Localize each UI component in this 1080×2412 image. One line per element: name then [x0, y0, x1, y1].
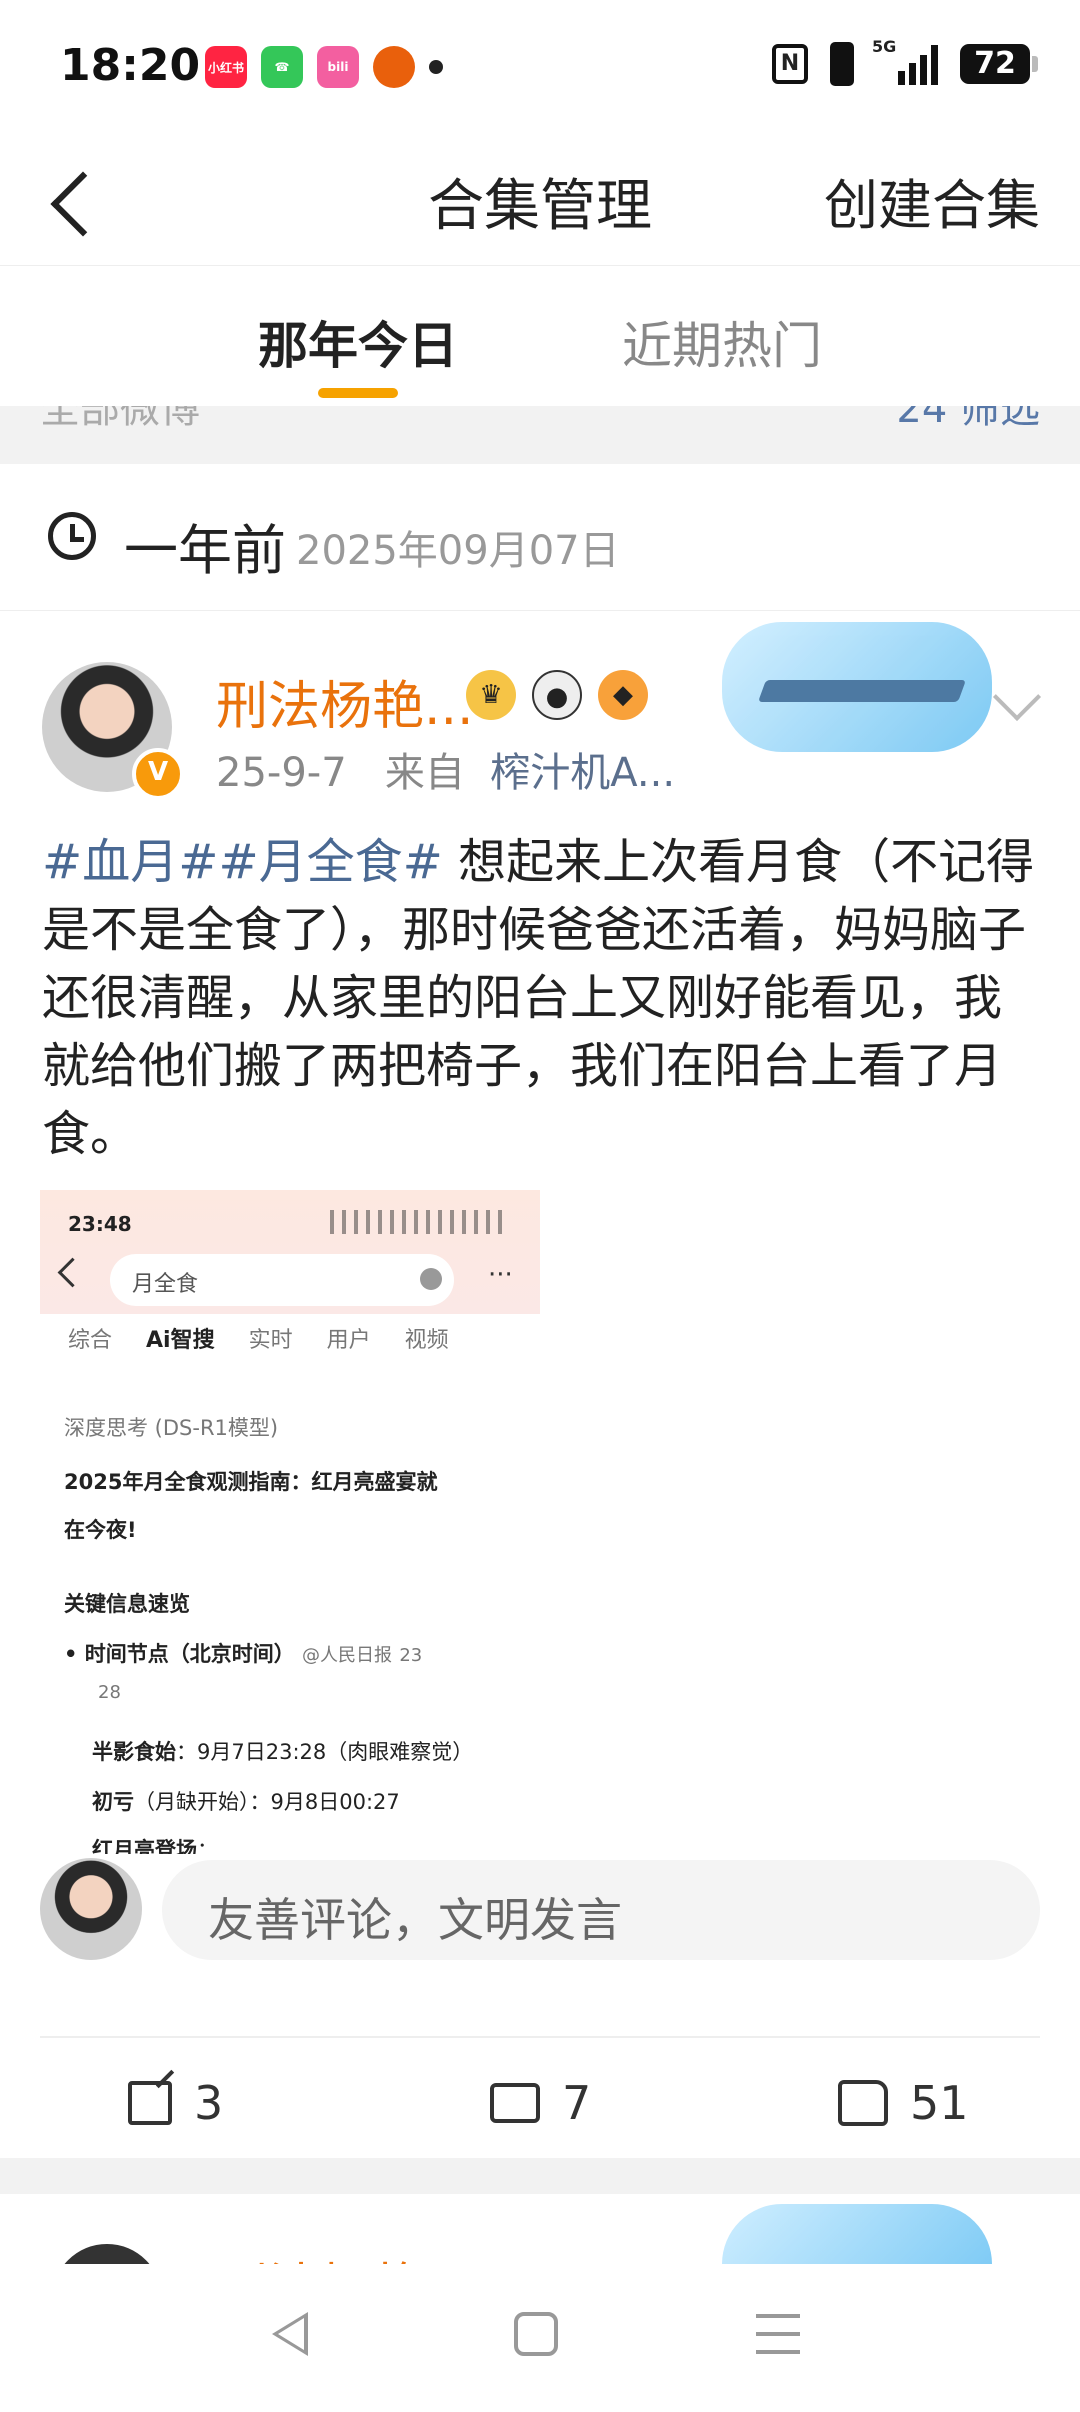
- share-icon: [128, 2081, 172, 2125]
- image-clear-icon: [420, 1268, 442, 1290]
- panda-badge-icon: ●: [532, 670, 582, 720]
- post-time: 25-9-7: [216, 750, 347, 796]
- image-tab: 综合: [68, 1328, 113, 1353]
- tab-on-this-day[interactable]: 那年今日: [258, 306, 458, 378]
- all-posts-label[interactable]: 全部微博: [40, 406, 200, 434]
- tab-recent-hot[interactable]: 近期热门: [622, 306, 822, 378]
- nav-recents-icon[interactable]: [756, 2314, 800, 2354]
- image-headline-2: 在今夜!: [64, 1518, 137, 1542]
- crown-badge-icon: ♛: [466, 670, 516, 720]
- hashtag-blood-moon[interactable]: #血月#: [42, 834, 218, 890]
- like-button[interactable]: 51: [838, 2076, 969, 2130]
- active-tab-indicator: [318, 388, 398, 398]
- vibrate-icon: [830, 42, 854, 86]
- comment-count: 7: [562, 2076, 592, 2130]
- filter-row-cutoff: 全部微博 24 筛选: [0, 406, 1080, 436]
- time-ago-label: 一年前: [124, 519, 286, 582]
- top-bar: 合集管理 创建合集: [0, 135, 1080, 266]
- image-tab: 用户: [326, 1328, 371, 1353]
- more-notifications-dot: [429, 60, 443, 74]
- nfc-icon: N: [772, 44, 808, 84]
- image-line-2: 初亏（月缺开始）：9月8日00:27: [92, 1790, 400, 1814]
- share-button[interactable]: 3: [128, 2076, 223, 2130]
- section-gap: [0, 2158, 1080, 2194]
- user-badges: ♛ ● ◆: [466, 670, 648, 720]
- filter-button[interactable]: 24 筛选: [896, 406, 1040, 434]
- system-icons: N 5G 72: [772, 37, 1038, 86]
- xiaohongshu-app-icon: 小红书: [205, 46, 247, 88]
- tab-bar: 那年今日 近期热门: [0, 266, 1080, 406]
- notification-icons: 小红书 ☎ bili: [205, 46, 443, 88]
- image-line-3: 红月亮登场：: [92, 1838, 218, 1854]
- network-type-label: 5G: [872, 37, 897, 56]
- comment-icon: [490, 2083, 540, 2123]
- avatar[interactable]: [52, 2244, 162, 2264]
- nav-back-icon[interactable]: [272, 2312, 308, 2356]
- status-bar: 18:20 小红书 ☎ bili N 5G 72: [0, 0, 1080, 135]
- system-nav-bar: [0, 2264, 1080, 2412]
- create-collection-button[interactable]: 创建合集: [824, 161, 1040, 240]
- user-name[interactable]: 刑法杨艳...: [216, 664, 474, 739]
- section-gap: [0, 436, 1080, 464]
- my-avatar: [40, 1858, 142, 1960]
- phone-app-icon: ☎: [261, 46, 303, 88]
- image-line-1: 半影食始：9月7日23:28（肉眼难察觉）: [92, 1740, 474, 1764]
- like-count: 51: [910, 2076, 969, 2130]
- image-tab: 视频: [404, 1328, 449, 1353]
- signal-icon: 5G: [872, 37, 938, 85]
- nav-home-icon[interactable]: [514, 2312, 558, 2356]
- comment-placeholder: 友善评论，文明发言: [208, 1893, 622, 1947]
- verified-badge-icon: V: [132, 748, 184, 800]
- image-tab: 实时: [248, 1328, 293, 1353]
- next-post-peek: 刑法杨艳...: [0, 2194, 1080, 2264]
- image-headline: 2025年月全食观测指南：红月亮盛宴就: [64, 1470, 438, 1494]
- mascot-app-icon: [373, 46, 415, 88]
- post-text: #血月##月全食# 想起来上次看月食（不记得是不是全食了），那时候爸爸还活着，妈…: [42, 828, 1042, 1168]
- date-label: 2025年09月07日: [296, 528, 620, 574]
- image-item-1: • 时间节点（北京时间） @人民日报 23: [64, 1642, 423, 1666]
- post-actions: 3 7 51: [0, 2040, 1080, 2160]
- thumbs-up-icon: [838, 2080, 888, 2126]
- image-model-label: 深度思考 (DS-R1模型): [64, 1416, 279, 1440]
- image-tab-active: Ai智搜: [146, 1328, 215, 1353]
- post-source[interactable]: 榨汁机A...: [490, 750, 675, 796]
- image-tabs: 综合 Ai智搜 实时 用户 视频: [40, 1322, 540, 1372]
- comment-button[interactable]: 7: [490, 2076, 591, 2130]
- aircraft-carrier-decoration-icon: [722, 622, 992, 752]
- hashtag-lunar-eclipse[interactable]: #月全食#: [218, 834, 442, 890]
- aircraft-carrier-decoration-icon: [722, 2204, 992, 2264]
- image-section-title: 关键信息速览: [64, 1592, 190, 1616]
- post-image[interactable]: 23:48 月全食 ··· 综合 Ai智搜 实时 用户 视频 深度思考 (DS-…: [40, 1190, 540, 1854]
- user-name[interactable]: 刑法杨艳...: [216, 2246, 474, 2264]
- image-status-time: 23:48: [68, 1212, 132, 1236]
- image-more-icon: ···: [488, 1260, 513, 1290]
- clock-icon: [48, 512, 96, 560]
- divider: [40, 2036, 1040, 2038]
- chevron-down-icon[interactable]: [992, 672, 1042, 722]
- post-from-label: 来自: [384, 750, 465, 796]
- battery-icon: 72: [960, 44, 1038, 84]
- post-meta: 25-9-7 来自 榨汁机A...: [216, 740, 675, 798]
- image-search-box: 月全食: [110, 1254, 454, 1306]
- image-item-1-ref: 28: [98, 1682, 121, 1703]
- weibo-post: V 刑法杨艳... ♛ ● ◆ 25-9-7 来自 榨汁机A... #血月##月…: [0, 612, 1080, 2152]
- fish-badge-icon: ◆: [598, 670, 648, 720]
- image-search-text: 月全食: [132, 1272, 199, 1297]
- comment-row: 友善评论，文明发言: [0, 1852, 1080, 1972]
- status-time: 18:20: [60, 40, 201, 91]
- bilibili-app-icon: bili: [317, 46, 359, 88]
- image-status-icons: [330, 1210, 510, 1234]
- date-header: 一年前 2025年09月07日: [0, 464, 1080, 611]
- share-count: 3: [194, 2076, 224, 2130]
- comment-input[interactable]: 友善评论，文明发言: [162, 1860, 1040, 1960]
